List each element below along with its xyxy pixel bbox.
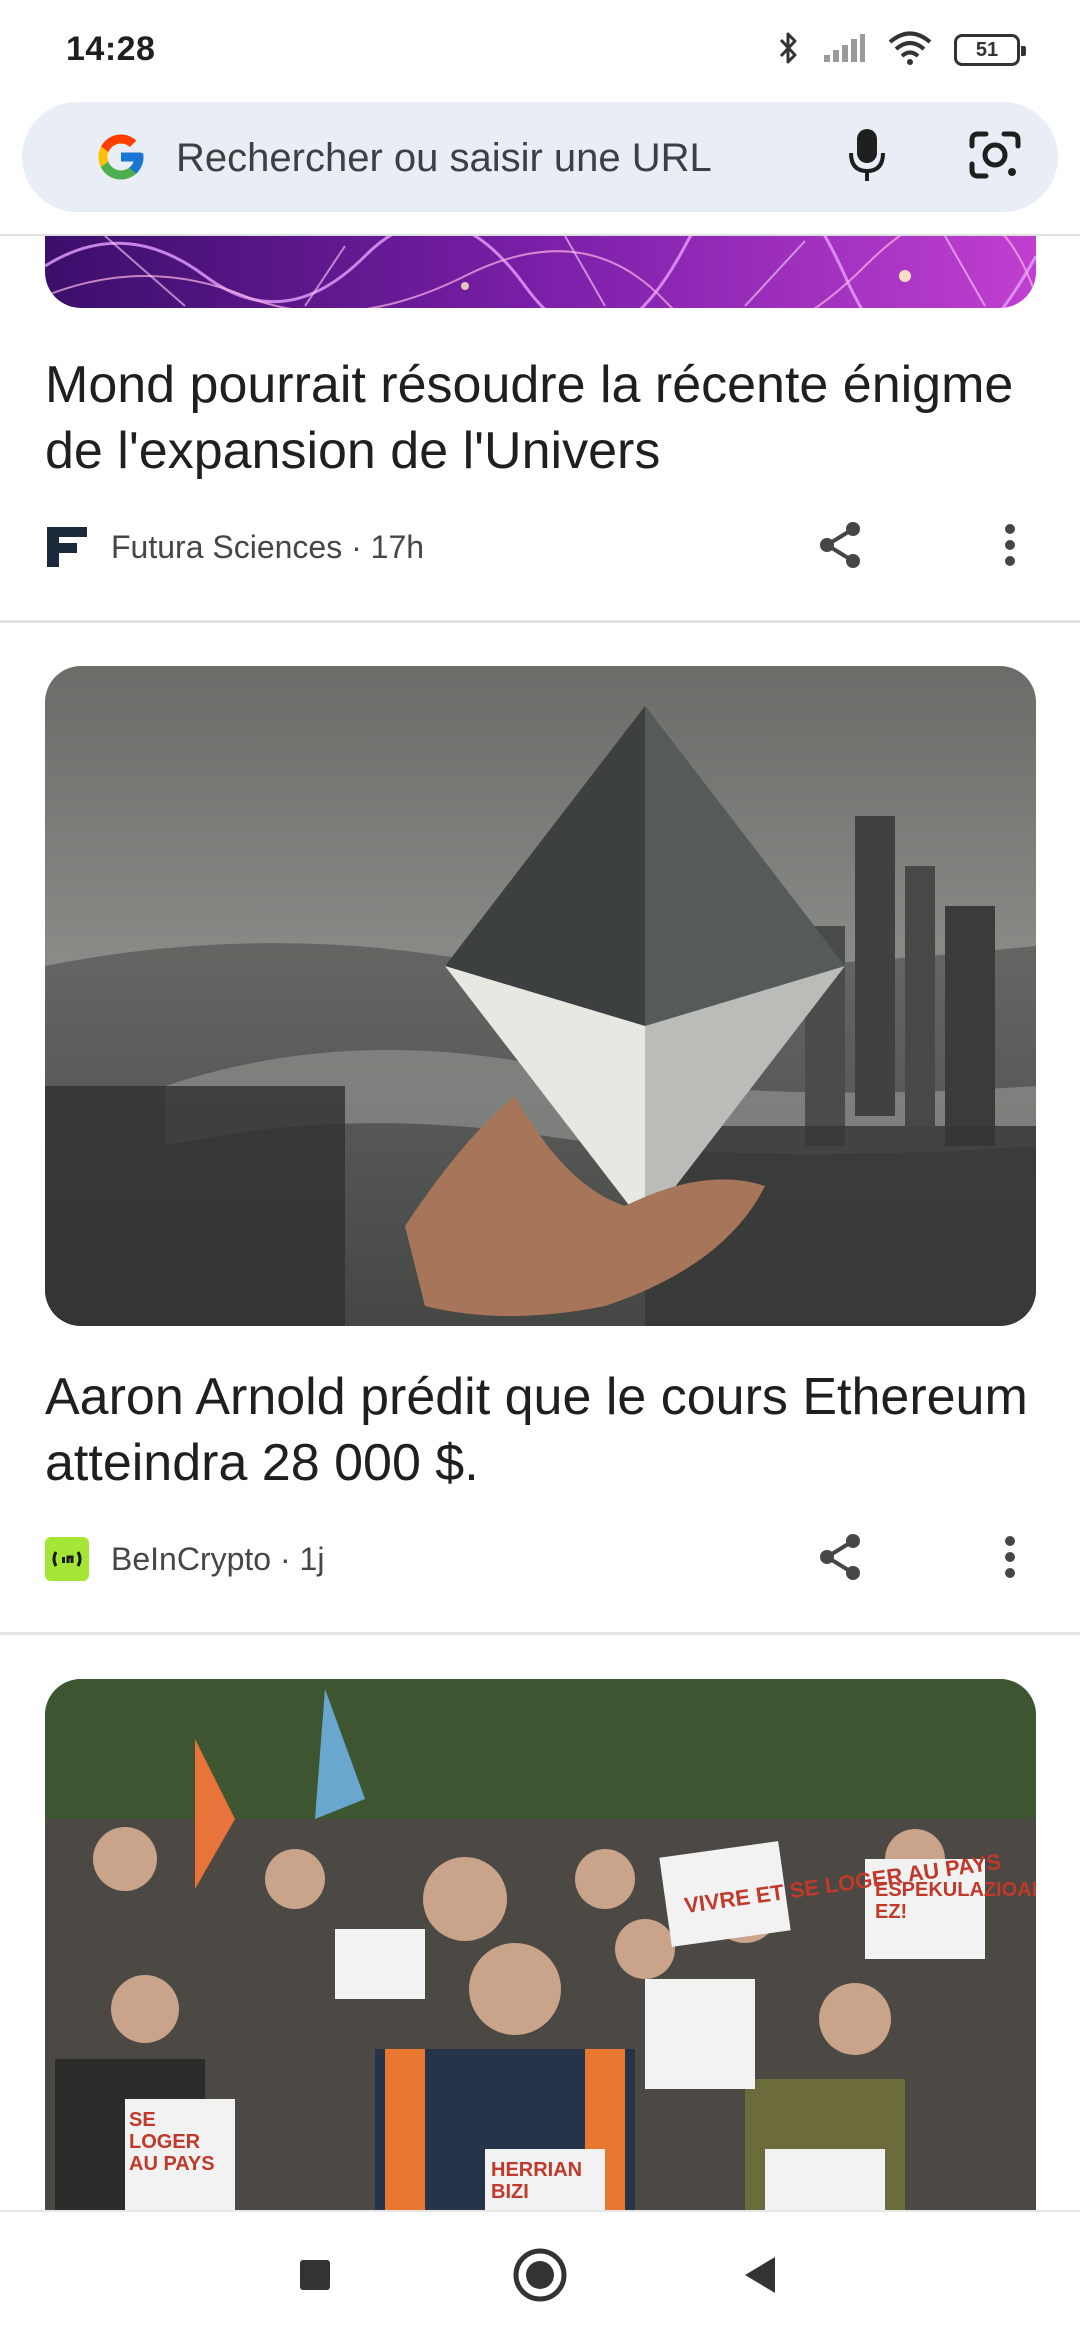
bluetooth-icon: [778, 31, 800, 70]
status-time: 14:28: [66, 30, 156, 68]
more-vert-icon: [1004, 523, 1016, 572]
share-button[interactable]: [808, 1527, 872, 1591]
cosmic-web-image[interactable]: [45, 236, 1036, 308]
article-source: BeInCrypto · 1j: [111, 1540, 325, 1577]
search-input[interactable]: Rechercher ou saisir une URL: [176, 136, 712, 181]
protest-crowd-image[interactable]: VIVRE ET SE LOGER AU PAYS ESPEKULAZIOARI…: [45, 1679, 1036, 2210]
status-icons: 51: [778, 30, 1026, 70]
news-feed[interactable]: Mond pourrait résoudre la récente énigme…: [0, 236, 1080, 2210]
more-vert-icon: [1004, 1535, 1016, 1584]
share-button[interactable]: [808, 515, 872, 579]
system-nav-bar: [0, 2210, 1080, 2340]
article-source-row: BeInCrypto · 1j: [45, 1534, 1045, 1584]
more-options-button[interactable]: [982, 1527, 1038, 1591]
share-icon: [817, 1532, 863, 1587]
back-button[interactable]: [725, 2242, 795, 2312]
more-options-button[interactable]: [982, 515, 1038, 579]
article-headline[interactable]: Aaron Arnold prédit que le cours Ethereu…: [45, 1364, 1045, 1496]
article-headline[interactable]: Mond pourrait résoudre la récente énigme…: [45, 352, 1045, 484]
article-source-row: Futura Sciences · 17h: [45, 522, 1045, 572]
google-logo-icon: [94, 130, 148, 184]
microphone-icon: [847, 127, 887, 188]
battery-icon: 51: [954, 34, 1026, 66]
google-lens-icon: [968, 128, 1022, 187]
ethereum-crystal-image[interactable]: [45, 666, 1036, 1326]
card-divider: [0, 1632, 1080, 1635]
home-button[interactable]: [505, 2242, 575, 2312]
article-source: Futura Sciences · 17h: [111, 528, 425, 565]
recents-icon: [298, 2258, 332, 2297]
recents-button[interactable]: [280, 2242, 350, 2312]
protest-sign-text: ESPEKULAZIOARI EZ!: [875, 1879, 1036, 1923]
futura-logo-icon: [45, 525, 89, 569]
share-icon: [817, 520, 863, 575]
back-icon: [743, 2255, 777, 2300]
card-divider: [0, 620, 1080, 623]
protest-sign-text: SE LOGER AU PAYS: [129, 2109, 215, 2175]
protest-sign-text: HERRIAN BIZI: [491, 2159, 583, 2203]
signal-icon: [822, 33, 866, 68]
search-bar[interactable]: Rechercher ou saisir une URL: [22, 102, 1058, 212]
home-icon: [512, 2247, 568, 2308]
status-bar: 14:28 51: [0, 0, 1080, 100]
wifi-icon: [888, 31, 932, 70]
beincrypto-logo-icon: [45, 1537, 89, 1581]
google-lens-button[interactable]: [962, 124, 1028, 190]
microphone-button[interactable]: [834, 124, 900, 190]
